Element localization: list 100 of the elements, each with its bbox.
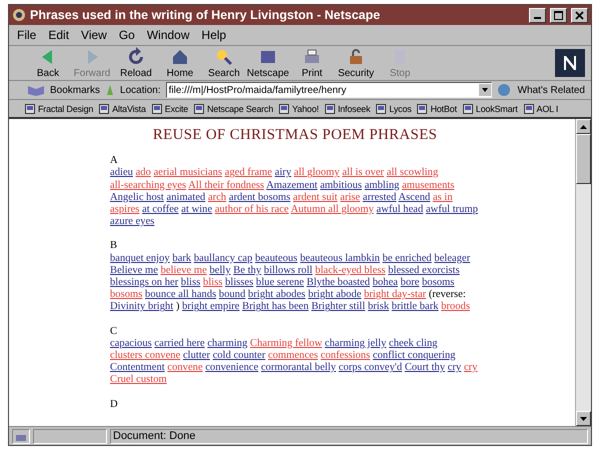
phrase-link[interactable]: Be thy — [233, 264, 262, 276]
phrase-link[interactable]: as in — [432, 192, 453, 203]
bookmark-link[interactable]: Netscape Search — [194, 104, 274, 114]
phrase-link[interactable]: Autumn all gloomy — [290, 204, 374, 216]
phrase-link[interactable]: brisk — [368, 301, 390, 312]
phrase-link[interactable]: clutter — [182, 350, 210, 362]
phrase-link[interactable]: All their fondness — [188, 180, 264, 191]
phrase-link[interactable]: black-eyed bless — [315, 264, 386, 276]
phrase-link[interactable]: baullancy cap — [194, 252, 252, 264]
phrase-link[interactable]: adieu — [110, 167, 133, 178]
phrase-link[interactable]: ardent suit — [293, 192, 338, 203]
phrase-link[interactable]: cormorantal belly — [260, 362, 336, 374]
menu-item[interactable]: Edit — [48, 28, 70, 42]
phrase-link[interactable]: azure eyes — [110, 216, 154, 228]
phrase-link[interactable]: amusements — [402, 180, 454, 191]
phrase-link[interactable]: believe me — [160, 264, 207, 276]
phrase-link[interactable]: ambitious — [320, 180, 362, 191]
phrase-link[interactable]: bright day-star — [364, 289, 426, 300]
bookmark-link[interactable]: AltaVista — [99, 104, 146, 114]
phrase-link[interactable]: arise — [340, 192, 360, 203]
toolbar-button[interactable]: Search — [203, 47, 245, 79]
toolbar-button[interactable]: Security — [335, 47, 377, 79]
phrase-link[interactable]: author of his race — [214, 204, 289, 216]
phrase-link[interactable]: all gloomy — [294, 167, 340, 178]
menu-item[interactable]: File — [17, 28, 36, 42]
phrase-link[interactable]: Amazement — [266, 180, 318, 191]
phrase-link[interactable]: blessings on her — [110, 277, 178, 288]
phrase-link[interactable]: Contentment — [110, 362, 165, 374]
phrase-link[interactable]: bohea — [372, 277, 398, 288]
phrase-link[interactable]: bark — [172, 252, 192, 264]
toolbar-button[interactable]: Netscape — [247, 47, 289, 79]
bookmark-link[interactable]: Yahoo! — [279, 104, 319, 114]
phrase-link[interactable]: Blythe boasted — [306, 277, 370, 288]
phrase-link[interactable]: Believe me — [110, 264, 158, 276]
phrase-link[interactable]: arch — [208, 192, 226, 203]
whats-related-button[interactable]: What's Related — [518, 84, 585, 96]
phrase-link[interactable]: ambling — [364, 180, 400, 191]
phrase-link[interactable]: bliss — [180, 277, 200, 288]
phrase-link[interactable]: banquet enjoy — [110, 252, 170, 264]
phrase-link[interactable]: awful trump — [426, 204, 478, 216]
phrase-link[interactable]: beauteous — [255, 252, 298, 264]
toolbar-button[interactable]: Reload — [115, 47, 157, 79]
phrase-link[interactable]: bosoms — [422, 277, 454, 288]
toolbar-button[interactable]: Back — [27, 47, 69, 79]
menu-item[interactable]: Help — [202, 28, 226, 42]
menu-item[interactable]: View — [81, 28, 107, 42]
phrase-link[interactable]: Bright has been — [242, 301, 309, 312]
phrase-link[interactable]: cry — [464, 362, 478, 374]
phrase-link[interactable]: beauteous lambkin — [300, 252, 380, 264]
phrase-link[interactable]: cold counter — [212, 350, 266, 362]
toolbar-button[interactable]: Print — [291, 47, 333, 79]
phrase-link[interactable]: bosoms — [110, 289, 142, 300]
bookmark-link[interactable]: Excite — [152, 104, 188, 114]
phrase-link[interactable]: bright empire — [182, 301, 240, 312]
phrase-link[interactable]: Brighter still — [311, 301, 366, 312]
location-field[interactable]: file:///m|/HostPro/maida/familytree/henry — [166, 82, 492, 98]
phrase-link[interactable]: carried here — [154, 338, 205, 349]
phrase-link[interactable]: charming — [207, 338, 248, 349]
phrase-link[interactable]: beleager — [434, 252, 470, 264]
phrase-link[interactable]: all scowling — [386, 167, 438, 178]
phrase-link[interactable]: bliss — [203, 277, 222, 288]
phrase-link[interactable]: billows roll — [264, 264, 312, 276]
phrase-link[interactable]: commences — [268, 350, 318, 362]
phrase-link[interactable]: at coffee — [142, 204, 179, 216]
bookmark-link[interactable]: AOL I — [524, 104, 558, 114]
phrase-link[interactable]: bright abodes — [248, 289, 306, 300]
phrase-link[interactable]: Divinity bright — [110, 301, 174, 312]
scroll-down-button[interactable] — [576, 411, 591, 426]
phrase-link[interactable]: all-searching eyes — [110, 180, 186, 191]
phrase-link[interactable]: corps convey'd — [338, 362, 402, 374]
phrase-link[interactable]: bound — [218, 289, 246, 300]
phrase-link[interactable]: blessed exorcists — [388, 264, 460, 276]
phrase-link[interactable]: Court thy — [404, 362, 446, 374]
close-button[interactable] — [571, 8, 588, 22]
phrase-link[interactable]: Charming fellow — [250, 338, 322, 349]
phrase-link[interactable]: awful head — [376, 204, 424, 216]
bookmark-link[interactable]: Lycos — [376, 104, 412, 114]
bookmarks-button[interactable]: Bookmarks — [50, 84, 100, 96]
maximize-button[interactable] — [550, 8, 567, 22]
scroll-up-button[interactable] — [576, 119, 591, 134]
menu-item[interactable]: Go — [118, 28, 135, 42]
phrase-link[interactable]: animated — [166, 192, 206, 203]
phrase-link[interactable]: brittle bark — [392, 301, 438, 312]
phrase-link[interactable]: at wine — [181, 204, 212, 216]
bookmark-link[interactable]: Infoseek — [324, 104, 370, 114]
phrase-link[interactable]: blue serene — [256, 277, 304, 288]
menu-item[interactable]: Window — [146, 28, 190, 42]
phrase-link[interactable]: convene — [167, 362, 203, 374]
phrase-link[interactable]: clusters convene — [110, 350, 180, 362]
phrase-link[interactable]: charming jelly — [324, 338, 386, 349]
phrase-link[interactable]: bright abode — [308, 289, 362, 300]
phrase-link[interactable]: airy — [274, 167, 292, 178]
bookmark-link[interactable]: HotBot — [417, 104, 457, 114]
phrase-link[interactable]: be enriched — [382, 252, 432, 264]
phrase-link[interactable]: all is over — [342, 167, 384, 178]
bookmark-link[interactable]: LookSmart — [462, 104, 518, 114]
phrase-link[interactable]: aerial musicians — [154, 167, 222, 178]
phrase-link[interactable]: aspires — [110, 204, 140, 216]
phrase-link[interactable]: Ascend — [398, 192, 430, 203]
phrase-link[interactable]: blisses — [225, 277, 254, 288]
